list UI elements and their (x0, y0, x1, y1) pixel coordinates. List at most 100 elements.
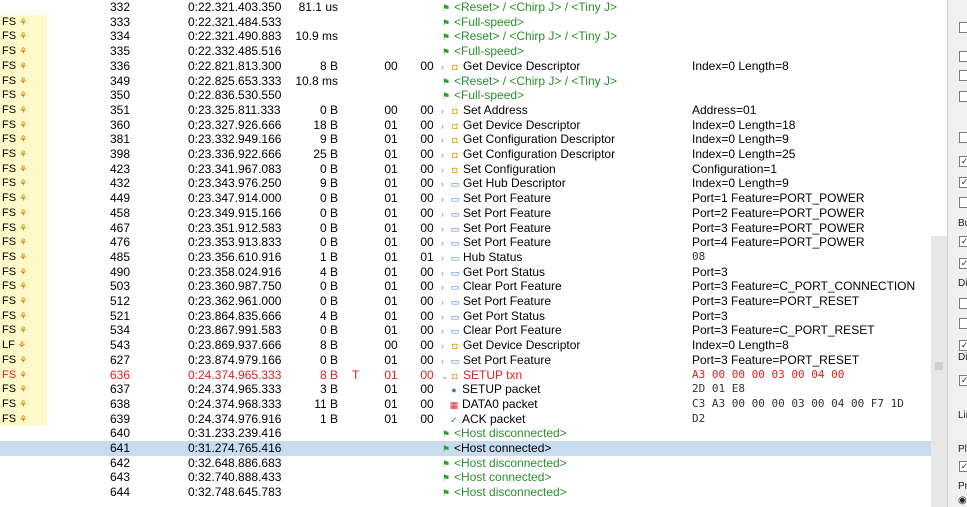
table-row[interactable]: FS ⚘ 512 0:23.362.961.000 0 B 01 00 › ▭ Set Port … (0, 294, 947, 309)
record-index: 627 (109, 352, 130, 367)
table-row[interactable]: LF ⚘ 543 0:23.869.937.666 8 B 00 00 › ◘ Get Devic… (0, 338, 947, 353)
bookmark-icon: ⚘ (19, 178, 28, 189)
table-row[interactable]: 641 0:31.274.765.416 ⚑ <Host connected> (0, 441, 947, 456)
bookmark-icon: ⚘ (19, 296, 28, 306)
timestamp: 0:23.327.926.666 (188, 117, 282, 132)
timestamp: 0:23.343.976.250 (188, 176, 282, 191)
filter-checkbox[interactable]: ✓ (959, 340, 967, 351)
filter-checkbox[interactable] (959, 22, 967, 33)
filter-checkbox[interactable]: ✓ (959, 236, 967, 247)
endpoint: 00 (420, 308, 434, 323)
transaction-list[interactable]: 332 0:22.321.403.350 81.1 us ⚑ <Reset> / <Ch… (0, 0, 947, 507)
speed-flag-cell: FS ⚘ (0, 14, 47, 30)
hub-request-icon: ▭ (450, 208, 460, 219)
table-row[interactable]: FS ⚘ 336 0:22.821.813.300 8 B 00 00 › ◘ Get Devic… (0, 58, 947, 75)
table-row[interactable]: 644 0:32.748.645.783 ⚑ <Host disconnected> (0, 485, 947, 500)
expand-chevron-icon[interactable]: › (441, 148, 450, 163)
expand-chevron-icon[interactable]: › (441, 60, 450, 75)
table-row[interactable]: 642 0:32.648.886.683 ⚑ <Host disconnected> (0, 456, 947, 471)
table-row[interactable]: FS ⚘ 333 0:22.321.484.533 ⚑ <Full-speed> (0, 14, 947, 30)
expand-chevron-icon[interactable]: › (441, 324, 450, 339)
filter-checkbox[interactable] (959, 91, 967, 102)
flag-icon: ⚑ (441, 47, 451, 58)
table-row[interactable]: FS ⚘ 467 0:23.351.912.583 0 B 01 00 › ▭ Set Port … (0, 220, 947, 237)
table-row[interactable]: FS ⚘ 639 0:24.374.976.916 1 B 01 00 ✓ ACK packet… (0, 411, 947, 427)
scrollbar-thumb[interactable] (935, 362, 943, 370)
filter-checkbox[interactable] (959, 51, 967, 62)
table-row[interactable]: 332 0:22.321.403.350 81.1 us ⚑ <Reset> / <Ch… (0, 0, 947, 15)
table-row[interactable]: FS ⚘ 350 0:22.836.530.550 ⚑ <Full-speed> (0, 88, 947, 103)
speed-flag-cell: FS ⚘ (0, 44, 47, 59)
length: 0 B (319, 279, 338, 294)
expand-chevron-icon[interactable]: › (441, 266, 450, 281)
expand-chevron-icon[interactable]: › (441, 119, 450, 134)
expand-chevron-icon[interactable]: › (441, 354, 450, 369)
expand-chevron-icon[interactable]: › (441, 177, 450, 192)
table-row[interactable]: FS ⚘ 432 0:23.343.976.250 9 B 01 00 › ▭ Get Hub D… (0, 176, 947, 192)
record-summary: Port=3 Feature=C_PORT_CONNECTION (692, 279, 916, 294)
table-row[interactable]: FS ⚘ 485 0:23.356.610.916 1 B 01 01 › ▭ Hub Statu… (0, 249, 947, 266)
expand-chevron-icon[interactable]: › (441, 251, 450, 266)
table-row[interactable]: FS ⚘ 381 0:23.332.949.166 9 B 01 00 › ◘ Get Confi… (0, 132, 947, 147)
table-row[interactable]: 643 0:32.740.888.433 ⚑ <Host connected> (0, 470, 947, 485)
expand-chevron-icon[interactable]: › (441, 104, 450, 119)
table-row[interactable]: FS ⚘ 503 0:23.360.987.750 0 B 01 00 › ▭ Clear Por… (0, 279, 947, 294)
table-row[interactable]: 640 0:31.233.239.416 ⚑ <Host disconnected> (0, 426, 947, 441)
bookmark-icon: ⚘ (17, 340, 26, 351)
filter-checkbox[interactable]: ✓ (959, 177, 967, 188)
bookmark-icon: ⚘ (19, 31, 28, 42)
filter-checkbox[interactable] (959, 318, 967, 329)
filter-checkbox[interactable] (959, 298, 967, 309)
table-row[interactable]: FS ⚘ 360 0:23.327.926.666 18 B 01 00 › ◘ Get Devi… (0, 117, 947, 134)
table-row[interactable]: FS ⚘ 627 0:23.874.979.166 0 B 01 00 › ▭ Set Port … (0, 352, 947, 369)
table-row[interactable]: FS ⚘ 423 0:23.341.967.083 0 B 01 00 › ◘ Set Confi… (0, 161, 947, 178)
table-row[interactable]: FS ⚘ 349 0:22.825.653.333 10.8 ms ⚑ <Reset> / … (0, 73, 947, 89)
table-row[interactable]: FS ⚘ 521 0:23.864.835.666 4 B 01 00 › ▭ Get Port … (0, 308, 947, 325)
radio-button[interactable]: ◉ (958, 495, 967, 506)
table-row[interactable]: FS ⚘ 351 0:23.325.811.333 0 B 00 00 › ◘ Set Addre… (0, 102, 947, 119)
vertical-scrollbar[interactable] (931, 236, 947, 507)
expand-chevron-icon[interactable]: › (441, 133, 450, 148)
expand-chevron-icon[interactable]: › (441, 280, 450, 295)
filter-checkbox[interactable]: ✓ (959, 156, 967, 167)
speed-flag-cell: LF ⚘ (0, 338, 47, 353)
record-summary: Port=1 Feature=PORT_POWER (692, 191, 865, 206)
timestamp: 0:23.336.922.666 (188, 147, 282, 161)
table-row[interactable]: FS ⚘ 534 0:23.867.991.583 0 B 01 00 › ▭ Clear Por… (0, 323, 947, 339)
record-label: <Host disconnected> (454, 426, 567, 441)
record-label: Get Configuration Descriptor (463, 147, 616, 161)
table-row[interactable]: FS ⚘ 490 0:23.358.024.916 4 B 01 00 › ▭ Get Port … (0, 264, 947, 281)
expand-chevron-icon[interactable]: › (441, 163, 450, 178)
expand-chevron-icon[interactable]: › (441, 207, 450, 222)
timestamp: 0:22.821.813.300 (188, 58, 282, 73)
table-row[interactable]: FS ⚘ 398 0:23.336.922.666 25 B 01 00 › ◘ Get Conf… (0, 147, 947, 162)
record-description: › ▭ Set Port Feature (441, 353, 689, 369)
filter-checkbox[interactable] (959, 197, 967, 208)
hub-request-icon: ▭ (450, 297, 460, 307)
table-row[interactable]: FS ⚘ 334 0:22.321.490.883 10.9 ms ⚑ <Reset> / … (0, 29, 947, 45)
table-row[interactable]: FS ⚘ 638 0:24.374.968.333 11 B 01 00 ▦ DATA0 pac… (0, 396, 947, 412)
table-row[interactable]: FS ⚘ 449 0:23.347.914.000 0 B 01 00 › ▭ Set Port … (0, 191, 947, 206)
expand-chevron-icon[interactable]: › (441, 192, 450, 207)
record-index: 449 (109, 191, 130, 206)
expand-chevron-icon[interactable]: › (441, 295, 450, 310)
collapse-chevron-icon[interactable]: ⌄ (441, 369, 450, 384)
speed-flag: FS (2, 324, 17, 337)
table-row[interactable]: FS ⚘ 476 0:23.353.913.833 0 B 01 00 › ▭ Set Port … (0, 235, 947, 250)
filter-checkbox[interactable]: ✓ (959, 461, 967, 472)
table-row[interactable]: FS ⚘ 637 0:24.374.965.333 3 B 01 00 ● SETUP pack… (0, 382, 947, 397)
filter-checkbox[interactable]: ✓ (959, 258, 967, 269)
filter-checkbox[interactable] (959, 132, 967, 143)
table-row[interactable]: FS ⚘ 636 0:24.374.965.333 8 B T 01 00 ⌄ ◘ SETUP tx… (0, 367, 947, 384)
expand-chevron-icon[interactable]: › (441, 339, 450, 354)
filter-checkbox[interactable]: ✓ (959, 375, 967, 386)
expand-chevron-icon[interactable]: › (441, 310, 450, 325)
filter-checkbox[interactable] (959, 70, 967, 81)
table-row[interactable]: FS ⚘ 458 0:23.349.915.166 0 B 01 00 › ▭ Set Port … (0, 205, 947, 222)
expand-chevron-icon[interactable]: › (441, 236, 450, 251)
record-index: 476 (109, 235, 130, 250)
expand-chevron-icon[interactable]: › (441, 222, 450, 237)
length: 0 B (319, 205, 338, 220)
bookmark-icon: ⚘ (19, 119, 28, 130)
table-row[interactable]: FS ⚘ 335 0:22.332.485.516 ⚑ <Full-speed> (0, 44, 947, 59)
